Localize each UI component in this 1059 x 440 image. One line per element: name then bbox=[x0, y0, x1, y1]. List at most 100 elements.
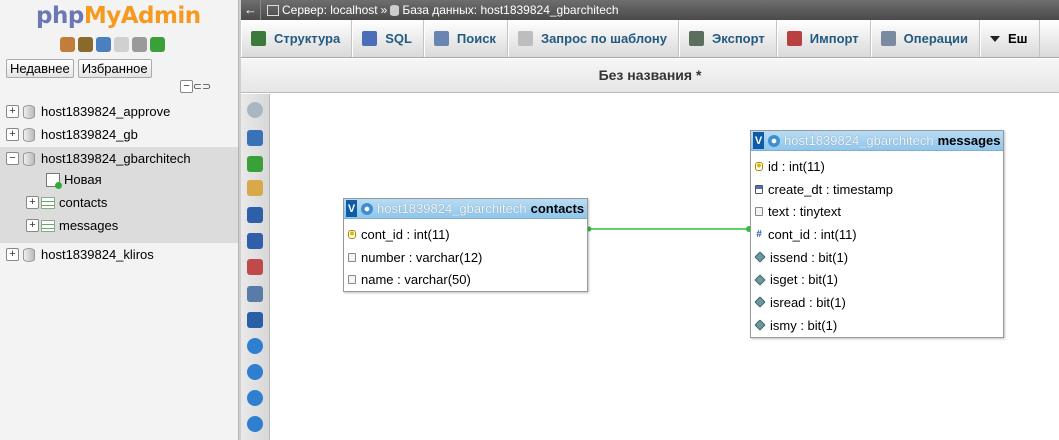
table-card-messages[interactable]: V host1839824_gbarchitech messages id : … bbox=[750, 130, 1004, 338]
nav-controls: − ⊂⊃ bbox=[180, 80, 211, 93]
table-icon bbox=[41, 196, 55, 209]
collapse-all-button[interactable]: − bbox=[180, 80, 193, 93]
edit-tool[interactable] bbox=[247, 180, 263, 196]
table-db-name: host1839824_gbarchitech bbox=[784, 133, 934, 148]
collapse-nav-button[interactable]: ← bbox=[241, 0, 261, 20]
help-tool[interactable] bbox=[247, 390, 263, 406]
table-options-icon[interactable] bbox=[361, 202, 373, 215]
tab-search[interactable]: Поиск bbox=[423, 20, 508, 57]
home-icon[interactable] bbox=[60, 37, 75, 52]
field-row[interactable]: id : int(11) bbox=[751, 155, 1003, 178]
field-row[interactable]: name : varchar(50) bbox=[344, 268, 587, 291]
db-name[interactable]: host1839824_gb bbox=[41, 127, 138, 142]
reload-icon[interactable] bbox=[150, 37, 165, 52]
expand-icon[interactable]: + bbox=[26, 219, 39, 232]
toggle-columns-button[interactable]: V bbox=[753, 132, 764, 149]
toggle-panel-tool[interactable] bbox=[247, 102, 263, 118]
database-icon bbox=[23, 151, 35, 166]
structure-icon bbox=[251, 31, 266, 46]
field-row[interactable]: ismy : bit(1) bbox=[751, 314, 1003, 337]
query-icon bbox=[517, 31, 533, 46]
database-icon bbox=[23, 247, 35, 262]
tab-import[interactable]: Импорт bbox=[776, 20, 871, 57]
settings-icon[interactable] bbox=[132, 37, 147, 52]
new-table-item[interactable]: Новая bbox=[46, 168, 236, 191]
breadcrumb-server[interactable]: Сервер: localhost bbox=[282, 3, 378, 17]
field-row[interactable]: cont_id : int(11) bbox=[344, 223, 587, 246]
relation-line-tool[interactable] bbox=[247, 312, 263, 328]
save-tool[interactable] bbox=[247, 207, 263, 223]
designer-toolbar bbox=[241, 94, 270, 440]
db-name[interactable]: host1839824_gbarchitech bbox=[41, 151, 191, 166]
refresh-tool[interactable] bbox=[247, 364, 263, 380]
table-name: messages bbox=[937, 133, 1001, 148]
database-icon bbox=[390, 4, 400, 16]
bit-field-icon bbox=[754, 296, 766, 309]
table-item-contacts[interactable]: + contacts bbox=[26, 191, 236, 214]
link-with-main-panel-icon[interactable]: ⊂⊃ bbox=[193, 80, 211, 93]
tab-query[interactable]: Запрос по шаблону bbox=[507, 20, 680, 57]
angular-links-tool[interactable] bbox=[247, 338, 263, 354]
tab-operations[interactable]: Операции bbox=[870, 20, 980, 57]
designer-canvas[interactable]: V host1839824_gbarchitech contacts cont_… bbox=[271, 94, 1059, 440]
table-options-icon[interactable] bbox=[768, 134, 780, 147]
expand-icon[interactable]: + bbox=[6, 248, 19, 261]
db-name[interactable]: host1839824_kliros bbox=[41, 247, 154, 262]
field-row[interactable]: isget : bit(1) bbox=[751, 268, 1003, 291]
expand-icon[interactable]: + bbox=[6, 128, 19, 141]
table-name[interactable]: messages bbox=[59, 218, 118, 233]
table-card-contacts[interactable]: V host1839824_gbarchitech contacts cont_… bbox=[343, 198, 588, 292]
delete-page-tool[interactable] bbox=[247, 259, 263, 275]
collapse-icon[interactable]: − bbox=[6, 152, 19, 165]
text-field-icon bbox=[755, 207, 763, 217]
db-item-gb[interactable]: + host1839824_gb bbox=[0, 123, 238, 146]
field-row[interactable]: text : tinytext bbox=[751, 200, 1003, 223]
save-as-tool[interactable] bbox=[247, 233, 263, 249]
field-row[interactable]: # cont_id : int(11) bbox=[751, 223, 1003, 246]
primary-key-icon bbox=[755, 161, 763, 171]
phpmyadmin-logo[interactable]: phpMyAdmin bbox=[36, 2, 201, 30]
expand-icon[interactable]: + bbox=[6, 105, 19, 118]
table-name[interactable]: contacts bbox=[59, 195, 107, 210]
db-item-kliros[interactable]: + host1839824_kliros bbox=[0, 243, 238, 266]
designer-page-title: Без названия * bbox=[241, 59, 1059, 93]
expand-icon[interactable]: + bbox=[26, 196, 39, 209]
field-row[interactable]: isread : bit(1) bbox=[751, 291, 1003, 314]
table-icon bbox=[41, 219, 55, 232]
fullscreen-tool[interactable] bbox=[247, 130, 263, 146]
db-item-approve[interactable]: + host1839824_approve bbox=[0, 100, 238, 123]
recent-tab[interactable]: Недавнее bbox=[6, 59, 74, 78]
toggle-columns-button[interactable]: V bbox=[346, 200, 357, 217]
tab-more[interactable]: Еш bbox=[980, 20, 1040, 57]
new-table-label[interactable]: Новая bbox=[64, 172, 102, 187]
breadcrumb-separator: » bbox=[380, 3, 388, 17]
tab-export[interactable]: Экспорт bbox=[679, 20, 777, 57]
db-name[interactable]: host1839824_approve bbox=[41, 104, 170, 119]
wrench-icon bbox=[880, 31, 896, 46]
tab-structure[interactable]: Структура bbox=[241, 20, 353, 57]
breadcrumb-bar: ← Сервер: localhost » База данных: host1… bbox=[241, 0, 1059, 20]
tab-sql[interactable]: SQL bbox=[352, 20, 424, 57]
import-icon bbox=[786, 31, 802, 46]
text-field-icon bbox=[348, 252, 356, 262]
favorites-tab[interactable]: Избранное bbox=[77, 59, 152, 78]
field-row[interactable]: issend : bit(1) bbox=[751, 246, 1003, 269]
server-icon bbox=[267, 4, 279, 16]
help-icon[interactable] bbox=[96, 37, 111, 52]
field-row[interactable]: create_dt : timestamp bbox=[751, 178, 1003, 201]
breadcrumb-database[interactable]: База данных: host1839824_gbarchitech bbox=[402, 3, 618, 17]
table-card-header[interactable]: V host1839824_gbarchitech messages bbox=[751, 131, 1003, 151]
database-icon bbox=[23, 127, 35, 142]
table-db-name: host1839824_gbarchitech bbox=[377, 201, 527, 216]
field-row[interactable]: number : varchar(12) bbox=[344, 246, 587, 269]
docs-icon[interactable] bbox=[114, 37, 129, 52]
nav-quick-icons bbox=[60, 37, 165, 52]
list-tool[interactable] bbox=[247, 286, 263, 302]
add-tables-tool[interactable] bbox=[247, 156, 263, 172]
table-card-header[interactable]: V host1839824_gbarchitech contacts bbox=[344, 199, 587, 219]
table-item-messages[interactable]: + messages bbox=[26, 214, 236, 237]
sql-icon bbox=[362, 31, 378, 46]
logout-icon[interactable] bbox=[78, 37, 93, 52]
export-schema-tool[interactable] bbox=[247, 416, 263, 432]
bit-field-icon bbox=[754, 274, 766, 286]
